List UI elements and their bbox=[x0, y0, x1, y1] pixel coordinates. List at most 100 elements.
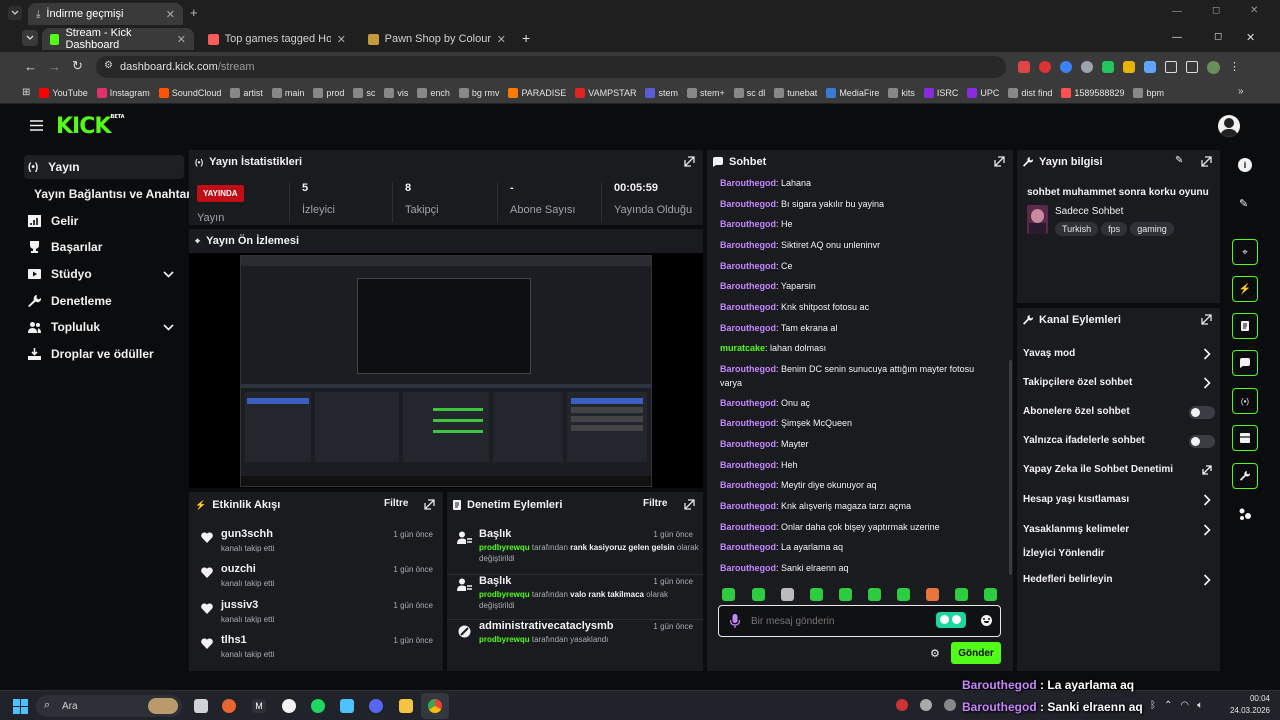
menu-dots-icon[interactable]: ⋮ bbox=[1229, 61, 1240, 74]
toggle-switch[interactable] bbox=[1189, 406, 1215, 419]
mod-actor[interactable]: prodbyrewqu bbox=[479, 590, 530, 599]
send-button[interactable]: Gönder bbox=[951, 642, 1001, 664]
layout-icon[interactable] bbox=[1238, 507, 1252, 521]
nav-droplar[interactable]: Droplar ve ödüller bbox=[24, 342, 184, 366]
maximize-button[interactable]: ◻ bbox=[1214, 31, 1222, 42]
tag[interactable]: gaming bbox=[1130, 222, 1174, 236]
task-view-icon[interactable] bbox=[194, 699, 208, 713]
expand-icon[interactable] bbox=[684, 156, 695, 167]
forward-arrow-icon[interactable]: → bbox=[48, 59, 61, 74]
chat-username[interactable]: muratcake bbox=[720, 343, 765, 353]
emote-icon[interactable] bbox=[897, 588, 910, 601]
bookmark-item[interactable]: bpm bbox=[1133, 87, 1164, 98]
rail-mod-actions-button[interactable] bbox=[1232, 313, 1258, 339]
nav-gelir[interactable]: Gelir bbox=[24, 209, 184, 233]
nav-studyo[interactable]: Stüdyo bbox=[24, 262, 184, 286]
taskbar-search[interactable]: ⌕ Ara bbox=[36, 695, 182, 717]
chevron-up-icon[interactable]: ⌃ bbox=[1164, 700, 1172, 711]
app-icon[interactable] bbox=[222, 699, 236, 713]
rail-chat-button[interactable] bbox=[1232, 350, 1258, 376]
site-info-icon[interactable]: ⚙ bbox=[104, 60, 113, 71]
bookmark-item[interactable]: Instagram bbox=[96, 87, 150, 98]
filter-button[interactable]: Filtre bbox=[643, 498, 667, 509]
mod-action-title[interactable]: administrativecataclysmb bbox=[479, 620, 614, 632]
bookmark-item[interactable]: stem bbox=[645, 87, 678, 98]
chat-scrollbar[interactable] bbox=[1009, 360, 1012, 575]
tab-list-button[interactable] bbox=[22, 30, 38, 46]
activity-user[interactable]: tlhs1 bbox=[221, 634, 247, 646]
chat-settings-gear-icon[interactable]: ⚙ bbox=[930, 647, 940, 660]
chat-input-box[interactable] bbox=[718, 605, 1001, 637]
info-icon[interactable]: i bbox=[1238, 158, 1252, 172]
chat-username[interactable]: Barouthegod bbox=[720, 439, 776, 449]
volume-icon[interactable]: 🔈︎ bbox=[1197, 700, 1203, 711]
windows-start-icon[interactable] bbox=[13, 699, 28, 714]
chat-username[interactable]: Barouthegod bbox=[720, 563, 776, 573]
expand-icon[interactable] bbox=[424, 499, 435, 510]
bookmark-item[interactable]: ench bbox=[417, 87, 450, 98]
chat-username[interactable]: Barouthegod bbox=[720, 501, 776, 511]
extension-icon[interactable] bbox=[1081, 61, 1093, 73]
chat-username[interactable]: Barouthegod bbox=[720, 240, 776, 250]
window-close-button[interactable]: ✕ bbox=[1250, 5, 1258, 16]
chat-username[interactable]: Barouthegod bbox=[720, 398, 776, 408]
bluetooth-icon[interactable]: ᛒ bbox=[1150, 700, 1156, 711]
hamburger-menu-icon[interactable] bbox=[30, 120, 43, 131]
chat-username[interactable]: Barouthegod bbox=[720, 178, 776, 188]
clock[interactable]: 00:04 24.03.2026 bbox=[1228, 694, 1270, 715]
app-icon[interactable]: M bbox=[252, 699, 266, 713]
category-thumbnail[interactable] bbox=[1027, 205, 1048, 234]
emoji-picker-icon[interactable] bbox=[981, 615, 992, 626]
chat-input[interactable] bbox=[751, 612, 921, 630]
extension-icon[interactable] bbox=[1144, 61, 1156, 73]
tab-download-history[interactable]: ⤓ İndirme geçmişi ✕ bbox=[28, 3, 183, 25]
bookmark-item[interactable]: dist find bbox=[1008, 87, 1052, 98]
category-name[interactable]: Sadece Sohbet bbox=[1055, 206, 1123, 217]
bookmark-item[interactable]: bg rmv bbox=[458, 87, 499, 98]
emote-icon[interactable] bbox=[955, 588, 968, 601]
bookmark-item[interactable]: vis bbox=[384, 87, 408, 98]
emote-icon[interactable] bbox=[722, 588, 735, 601]
bookmark-item[interactable]: main bbox=[271, 87, 304, 98]
nav-basarilar[interactable]: Başarılar bbox=[24, 235, 184, 259]
bookmark-item[interactable]: sc bbox=[353, 87, 375, 98]
emote-icon[interactable] bbox=[926, 588, 939, 601]
tag[interactable]: Turkish bbox=[1055, 222, 1099, 236]
nav-denetleme[interactable]: Denetleme bbox=[24, 289, 184, 313]
apps-grid-icon[interactable]: ⊞ bbox=[22, 87, 30, 98]
activity-user[interactable]: gun3schh bbox=[221, 528, 273, 540]
app-icon[interactable] bbox=[340, 699, 354, 713]
close-icon[interactable]: ✕ bbox=[166, 8, 175, 21]
tray-icon[interactable] bbox=[920, 699, 932, 711]
emote-icon[interactable] bbox=[781, 588, 794, 601]
file-explorer-icon[interactable] bbox=[399, 699, 413, 713]
chat-username[interactable]: Barouthegod bbox=[720, 542, 776, 552]
rail-stats-button[interactable]: (•) bbox=[1232, 388, 1258, 414]
rail-channel-actions-button[interactable] bbox=[1232, 463, 1258, 489]
tab-search-button[interactable] bbox=[8, 6, 22, 20]
nav-stream-key[interactable]: Yayın Bağlantısı ve Anahtarı bbox=[30, 182, 194, 206]
chat-username[interactable]: Barouthegod bbox=[720, 480, 776, 490]
tag[interactable]: fps bbox=[1101, 222, 1128, 236]
new-tab-button[interactable]: + bbox=[522, 30, 530, 46]
new-tab-button[interactable]: + bbox=[190, 5, 198, 20]
tab-itch-horror[interactable]: Top games tagged Horror - itch ✕ bbox=[200, 28, 354, 50]
activity-user[interactable]: jussiv3 bbox=[221, 599, 258, 611]
reload-icon[interactable]: ↻ bbox=[72, 58, 83, 74]
bookmark-item[interactable]: artist bbox=[230, 87, 263, 98]
tray-icon[interactable] bbox=[896, 699, 908, 711]
extension-icon[interactable] bbox=[1018, 61, 1030, 73]
bookmark-item[interactable]: MediaFire bbox=[826, 87, 879, 98]
close-icon[interactable]: ✕ bbox=[497, 33, 506, 46]
minimize-button[interactable]: — bbox=[1172, 32, 1182, 43]
bookmark-item[interactable]: VAMPSTAR bbox=[575, 87, 636, 98]
nav-yayin[interactable]: (•) Yayın bbox=[24, 155, 184, 179]
tray-icon[interactable] bbox=[944, 699, 956, 711]
chat-username[interactable]: Barouthegod bbox=[720, 418, 776, 428]
chat-username[interactable]: Barouthegod bbox=[720, 364, 776, 374]
user-avatar[interactable] bbox=[1218, 115, 1240, 137]
bookmark-item[interactable]: 1589588829 bbox=[1061, 87, 1124, 98]
emote-icon[interactable] bbox=[752, 588, 765, 601]
bookmark-item[interactable]: PARADISE bbox=[508, 87, 566, 98]
window-close-button[interactable]: ✕ bbox=[1246, 31, 1255, 44]
